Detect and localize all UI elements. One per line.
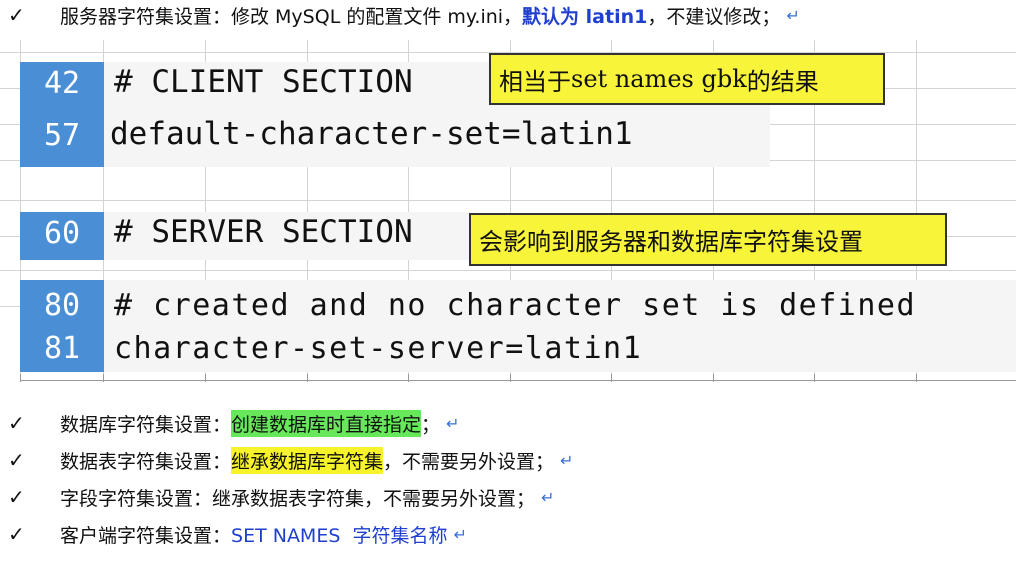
line-text: 数据库字符集设置：	[60, 413, 232, 436]
checkmark-icon: ✓	[8, 411, 25, 435]
line-suffix: ，不建议修改；	[647, 5, 781, 28]
line-text: 数据表字符集设置：	[60, 450, 232, 473]
line-number-gutter: 60	[20, 212, 104, 260]
line-number: 80	[43, 288, 81, 323]
return-mark-icon: ↵	[541, 487, 555, 507]
code-line: default-character-set=latin1	[110, 116, 633, 152]
code-line: # created and no character set is define…	[114, 288, 917, 323]
return-mark-icon: ↵	[453, 524, 467, 544]
line-number-gutter: 42 57	[20, 62, 104, 167]
code-line: # SERVER SECTION	[114, 214, 413, 250]
highlight-text: 创建数据库时直接指定	[231, 409, 422, 437]
line-number: 81	[43, 331, 81, 366]
line-suffix: ；	[421, 413, 441, 436]
highlight-text: 继承数据库字符集	[231, 446, 384, 474]
line-text: 服务器字符集设置：修改 MySQL 的配置文件 my.ini，	[60, 5, 523, 28]
checkmark-icon: ✓	[8, 3, 25, 27]
line-text: 字段字符集设置：继承数据表字符集，不需要另外设置；	[60, 487, 536, 510]
code-line: # CLIENT SECTION	[114, 64, 413, 100]
annotation-note: 相当于 set names gbk 的结果	[489, 53, 885, 105]
line-number: 42	[43, 66, 81, 101]
line-text: 客户端字符集设置：	[60, 524, 232, 547]
checkmark-icon: ✓	[8, 448, 25, 472]
set-names-text: SET NAMES 字符集名称	[231, 524, 448, 547]
return-mark-icon: ↵	[560, 450, 574, 470]
config-code-panel: 42 57 # CLIENT SECTION default-character…	[0, 40, 1016, 385]
return-mark-icon: ↵	[446, 413, 460, 433]
code-line: character-set-server=latin1	[114, 331, 643, 366]
checkmark-icon: ✓	[8, 485, 25, 509]
line-number-gutter: 80 81	[20, 280, 104, 372]
line-number: 60	[43, 216, 81, 251]
line-suffix: ，不需要另外设置；	[383, 450, 555, 473]
default-value-text: 默认为 latin1	[522, 5, 648, 28]
return-mark-icon: ↵	[786, 5, 800, 25]
line-number: 57	[43, 118, 81, 153]
checkmark-icon: ✓	[8, 522, 25, 546]
annotation-note: 会影响到服务器和数据库字符集设置	[469, 213, 947, 266]
